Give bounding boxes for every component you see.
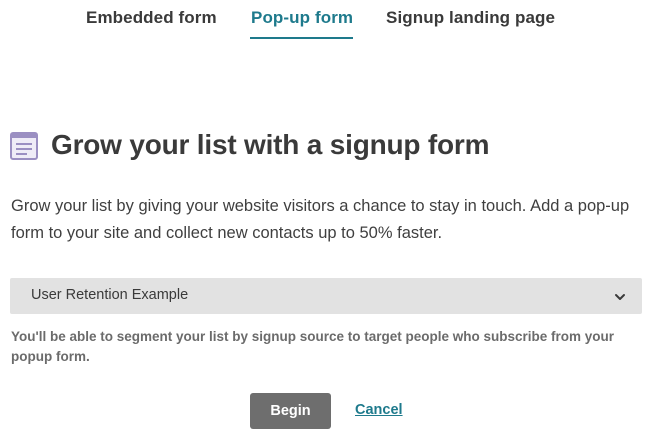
cancel-link[interactable]: Cancel [355,402,403,418]
form-document-icon [10,130,38,160]
active-tab-indicator [250,37,353,39]
form-type-tabs: Embedded form Pop-up form Signup landing… [0,0,650,40]
page-heading: Grow your list with a signup form [10,127,490,163]
chevron-down-icon [614,290,626,302]
tab-popup-form[interactable]: Pop-up form [251,8,353,28]
description-text: Grow your list by giving your website vi… [11,197,630,242]
tab-signup-landing-page[interactable]: Signup landing page [386,8,555,28]
form-select-dropdown[interactable]: User Retention Example [10,278,642,314]
page-title: Grow your list with a signup form [51,129,490,160]
begin-button[interactable]: Begin [250,393,331,429]
page: Embedded form Pop-up form Signup landing… [0,0,650,444]
tab-embedded-form[interactable]: Embedded form [86,8,217,28]
helper-text: You'll be able to segment your list by s… [11,329,615,364]
select-value: User Retention Example [31,287,189,303]
